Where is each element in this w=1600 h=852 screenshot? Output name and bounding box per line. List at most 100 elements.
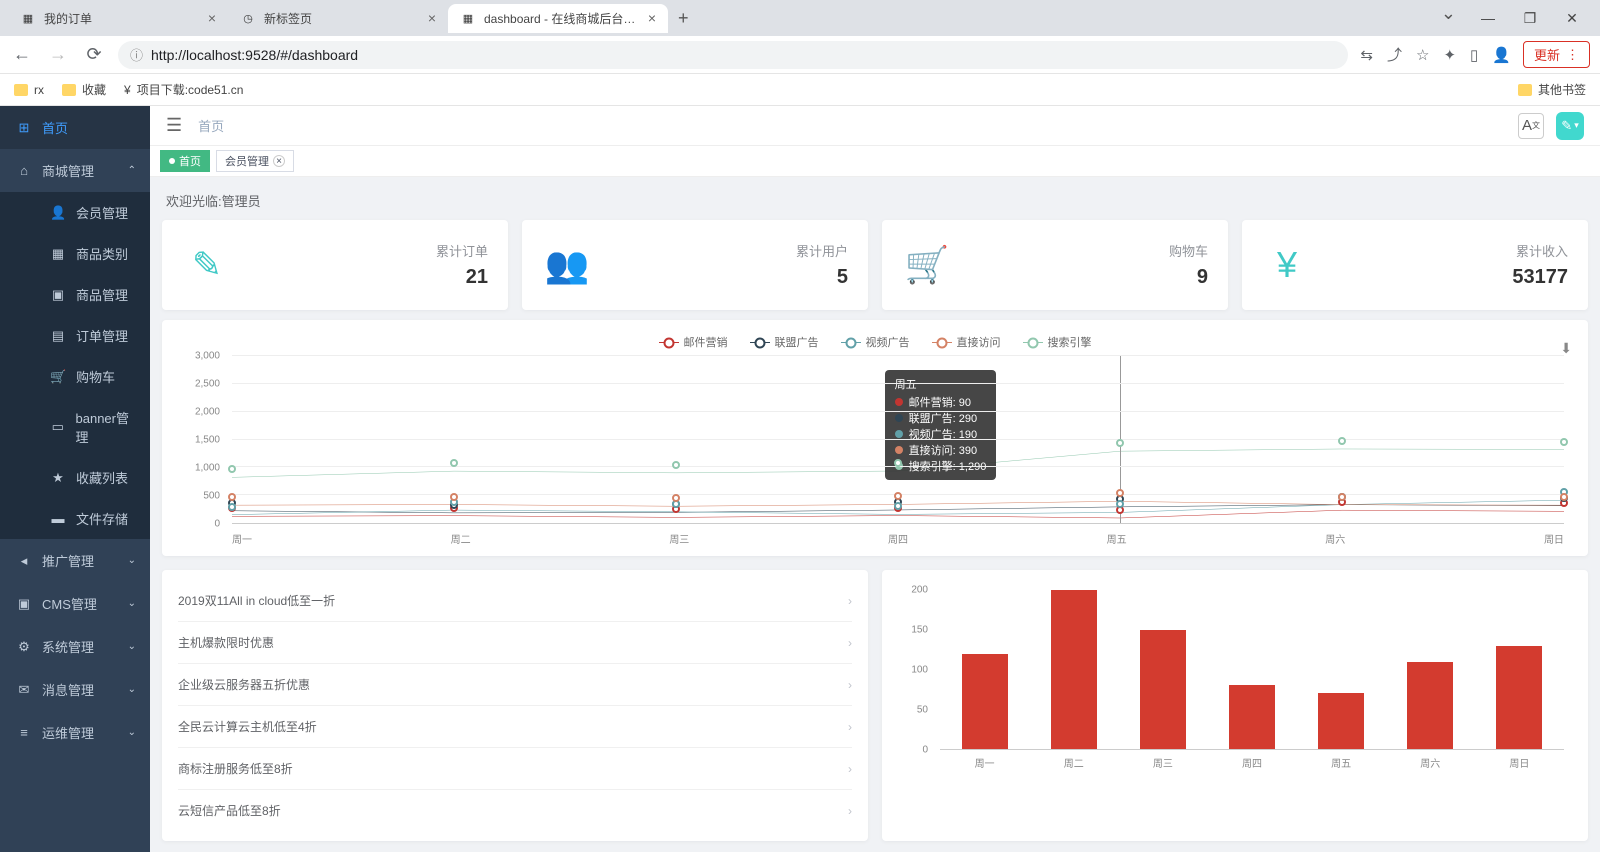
sidebar-item-dashboard[interactable]: ⊞首页 [0, 106, 150, 149]
data-point[interactable] [894, 459, 902, 467]
list-item[interactable]: 企业级云服务器五折优惠› [178, 664, 852, 706]
tag-member[interactable]: 会员管理× [216, 150, 294, 172]
bar[interactable] [1496, 646, 1542, 749]
reload-button[interactable]: ⟳ [82, 43, 106, 67]
sidebar-item-file[interactable]: ▬文件存储 [40, 498, 150, 539]
legend-item[interactable]: 直接访问 [932, 334, 1001, 350]
address-bar[interactable]: ⓘ http://localhost:9528/#/dashboard [118, 41, 1348, 69]
bar[interactable] [962, 654, 1008, 749]
bar-plot[interactable] [940, 590, 1564, 750]
legend-item[interactable]: 搜索引擎 [1023, 334, 1092, 350]
bar[interactable] [1407, 662, 1453, 749]
bookmark-item[interactable]: rx [14, 83, 44, 97]
share-icon[interactable]: ⤴ [1387, 44, 1402, 65]
profile-icon[interactable]: 👤 [1492, 46, 1511, 64]
sidebar-item-system[interactable]: ⚙系统管理⌄ [0, 625, 150, 668]
data-point[interactable] [672, 494, 680, 502]
avatar[interactable]: ✎▾ [1556, 112, 1584, 140]
forward-button[interactable]: → [46, 43, 70, 67]
link-icon: ¥ [124, 83, 131, 97]
data-point[interactable] [1560, 493, 1568, 501]
bar[interactable] [1140, 630, 1186, 749]
data-point[interactable] [1560, 438, 1568, 446]
close-icon[interactable]: × [428, 10, 436, 26]
maximize-button[interactable]: ❐ [1510, 3, 1550, 33]
sidebar-item-label: 商品管理 [76, 285, 128, 304]
sidebar-item-category[interactable]: ▦商品类别 [40, 233, 150, 274]
line-plot[interactable]: 周五 邮件营销: 90联盟广告: 290视频广告: 190直接访问: 390搜索… [232, 356, 1564, 524]
tooltip-title: 周五 [895, 376, 987, 392]
data-point[interactable] [1116, 489, 1124, 497]
stat-label: 累计收入 [1512, 241, 1568, 260]
sidebar-item-label: 系统管理 [42, 637, 94, 656]
list-item[interactable]: 主机爆款限时优惠› [178, 622, 852, 664]
legend-item[interactable]: 邮件营销 [659, 334, 728, 350]
back-button[interactable]: ← [10, 43, 34, 67]
data-point[interactable] [1116, 500, 1124, 508]
sidebar-item-message[interactable]: ✉消息管理⌄ [0, 668, 150, 711]
sidebar-item-label: banner管理 [76, 408, 140, 446]
sidebar-item-product[interactable]: ▣商品管理 [40, 274, 150, 315]
hamburger-icon[interactable]: ☰ [166, 115, 182, 136]
data-point[interactable] [450, 459, 458, 467]
tag-home[interactable]: 首页 [160, 150, 210, 172]
data-point[interactable] [1338, 437, 1346, 445]
translate-icon[interactable]: ⇆ [1360, 46, 1373, 64]
bookmark-item[interactable]: 收藏 [62, 81, 106, 98]
sidebar-item-member[interactable]: 👤会员管理 [40, 192, 150, 233]
minimize-button[interactable]: — [1468, 3, 1508, 33]
data-point[interactable] [1116, 439, 1124, 447]
sidebar-item-promo[interactable]: ◂推广管理⌄ [0, 539, 150, 582]
other-bookmarks[interactable]: 其他书签 [1518, 81, 1586, 98]
close-icon[interactable]: × [648, 10, 656, 26]
panel-icon[interactable]: ▯ [1470, 46, 1478, 64]
sidebar-item-favorite[interactable]: ★收藏列表 [40, 457, 150, 498]
close-icon[interactable]: × [273, 155, 285, 167]
data-point[interactable] [1338, 493, 1346, 501]
legend-item[interactable]: 视频广告 [841, 334, 910, 350]
x-tick: 周四 [888, 531, 908, 546]
window-controls: ⌄ — ❐ ✕ [1431, 3, 1592, 33]
data-point[interactable] [228, 465, 236, 473]
stat-card-income[interactable]: ¥ 累计收入53177 [1242, 220, 1588, 310]
update-button[interactable]: 更新 [1523, 41, 1590, 68]
bar[interactable] [1051, 590, 1097, 749]
language-icon[interactable]: A文 [1518, 113, 1544, 139]
list-item[interactable]: 全民云计算云主机低至4折› [178, 706, 852, 748]
browser-tabs: ▦ 我的订单 × ◷ 新标签页 × ▦ dashboard - 在线商城后台管理… [0, 0, 1600, 36]
sidebar-item-ops[interactable]: ≡运维管理⌄ [0, 711, 150, 754]
star-icon: ★ [50, 470, 66, 486]
close-window-button[interactable]: ✕ [1552, 3, 1592, 33]
stat-card-cart[interactable]: 🛒 购物车9 [882, 220, 1228, 310]
data-point[interactable] [228, 493, 236, 501]
sidebar-item-order[interactable]: ▤订单管理 [40, 315, 150, 356]
legend-item[interactable]: 联盟广告 [750, 334, 819, 350]
list-item[interactable]: 云短信产品低至8折› [178, 790, 852, 831]
bar[interactable] [1318, 693, 1364, 749]
sidebar-item-banner[interactable]: ▭banner管理 [40, 397, 150, 457]
list-item[interactable]: 商标注册服务低至8折› [178, 748, 852, 790]
data-point[interactable] [894, 502, 902, 510]
stat-card-users[interactable]: 👥 累计用户5 [522, 220, 868, 310]
x-tick: 周一 [232, 531, 252, 546]
bookmark-item[interactable]: ¥项目下载:code51.cn [124, 81, 243, 98]
sidebar-item-cms[interactable]: ▣CMS管理⌄ [0, 582, 150, 625]
data-point[interactable] [228, 503, 236, 511]
sidebar-item-shop[interactable]: ⌂商城管理⌃ [0, 149, 150, 192]
list-item-label: 全民云计算云主机低至4折 [178, 718, 317, 735]
data-point[interactable] [894, 492, 902, 500]
browser-tab[interactable]: ◷ 新标签页 × [228, 4, 448, 33]
stat-card-orders[interactable]: ✎ 累计订单21 [162, 220, 508, 310]
bar[interactable] [1229, 685, 1275, 749]
list-item[interactable]: 2019双11All in cloud低至一折› [178, 580, 852, 622]
browser-tab-active[interactable]: ▦ dashboard - 在线商城后台管理 × [448, 4, 668, 33]
extensions-icon[interactable]: ✦ [1443, 46, 1456, 64]
close-icon[interactable]: × [208, 10, 216, 26]
sidebar-item-cart[interactable]: 🛒购物车 [40, 356, 150, 397]
browser-tab[interactable]: ▦ 我的订单 × [8, 4, 228, 33]
new-tab-button[interactable]: + [668, 2, 699, 35]
data-point[interactable] [450, 493, 458, 501]
data-point[interactable] [672, 461, 680, 469]
chevron-down-icon[interactable]: ⌄ [1431, 3, 1466, 33]
star-icon[interactable]: ☆ [1416, 46, 1429, 64]
